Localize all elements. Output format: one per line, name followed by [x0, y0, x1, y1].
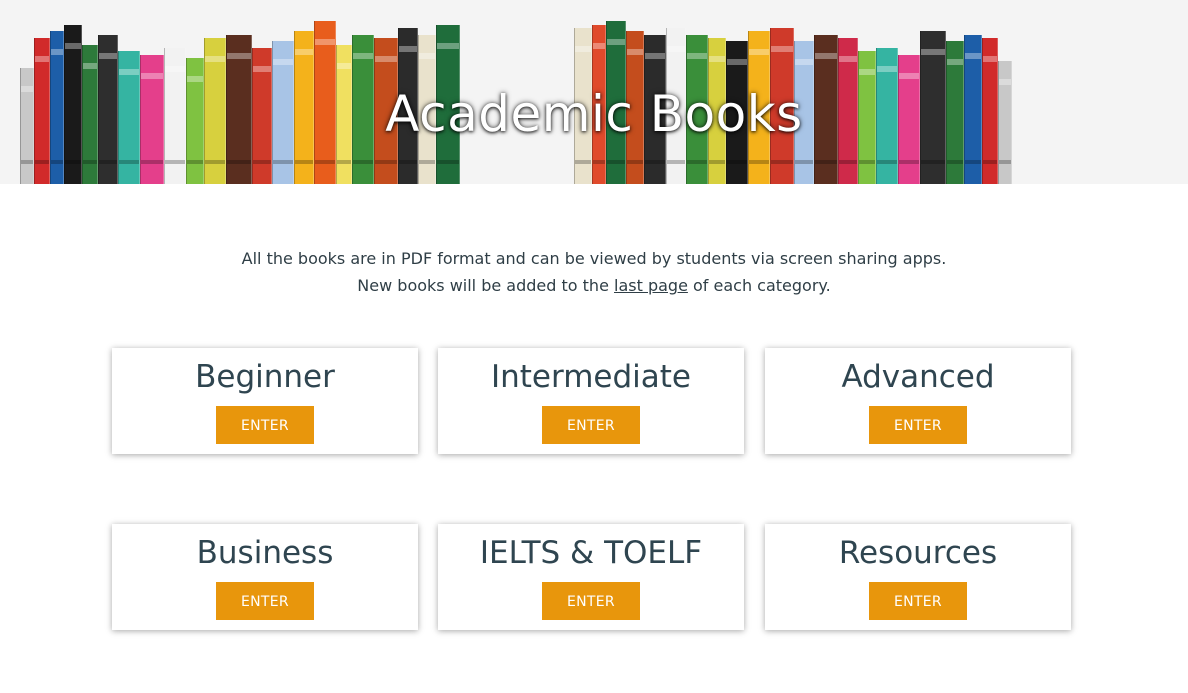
enter-button-intermediate[interactable]: ENTER	[542, 406, 640, 444]
intro-line-2-end: of each category.	[687, 276, 831, 295]
page-title: Academic Books	[385, 85, 803, 143]
category-card-intermediate: Intermediate ENTER	[438, 348, 744, 454]
hero-banner: Academic Books	[0, 0, 1188, 184]
intro-line-2: New books will be added to the last page…	[0, 272, 1188, 299]
category-card-business: Business ENTER	[112, 524, 418, 630]
category-card-advanced: Advanced ENTER	[765, 348, 1071, 454]
intro-line-2-start: New books will be added to the	[357, 276, 614, 295]
category-title: Business	[196, 535, 334, 571]
enter-button-beginner[interactable]: ENTER	[216, 406, 314, 444]
enter-button-resources[interactable]: ENTER	[869, 582, 967, 620]
enter-button-ielts-toelf[interactable]: ENTER	[542, 582, 640, 620]
category-card-beginner: Beginner ENTER	[112, 348, 418, 454]
category-card-ielts-toelf: IELTS & TOELF ENTER	[438, 524, 744, 630]
category-title: Beginner	[195, 359, 335, 395]
category-title: IELTS & TOELF	[479, 535, 703, 571]
category-card-resources: Resources ENTER	[765, 524, 1071, 630]
intro-line-1: All the books are in PDF format and can …	[241, 249, 947, 268]
category-title: Advanced	[841, 359, 995, 395]
enter-button-business[interactable]: ENTER	[216, 582, 314, 620]
enter-button-advanced[interactable]: ENTER	[869, 406, 967, 444]
category-title: Intermediate	[490, 359, 691, 395]
last-page-link[interactable]: last page	[614, 276, 688, 295]
category-title: Resources	[838, 535, 998, 571]
intro-text: All the books are in PDF format and can …	[0, 245, 1188, 299]
